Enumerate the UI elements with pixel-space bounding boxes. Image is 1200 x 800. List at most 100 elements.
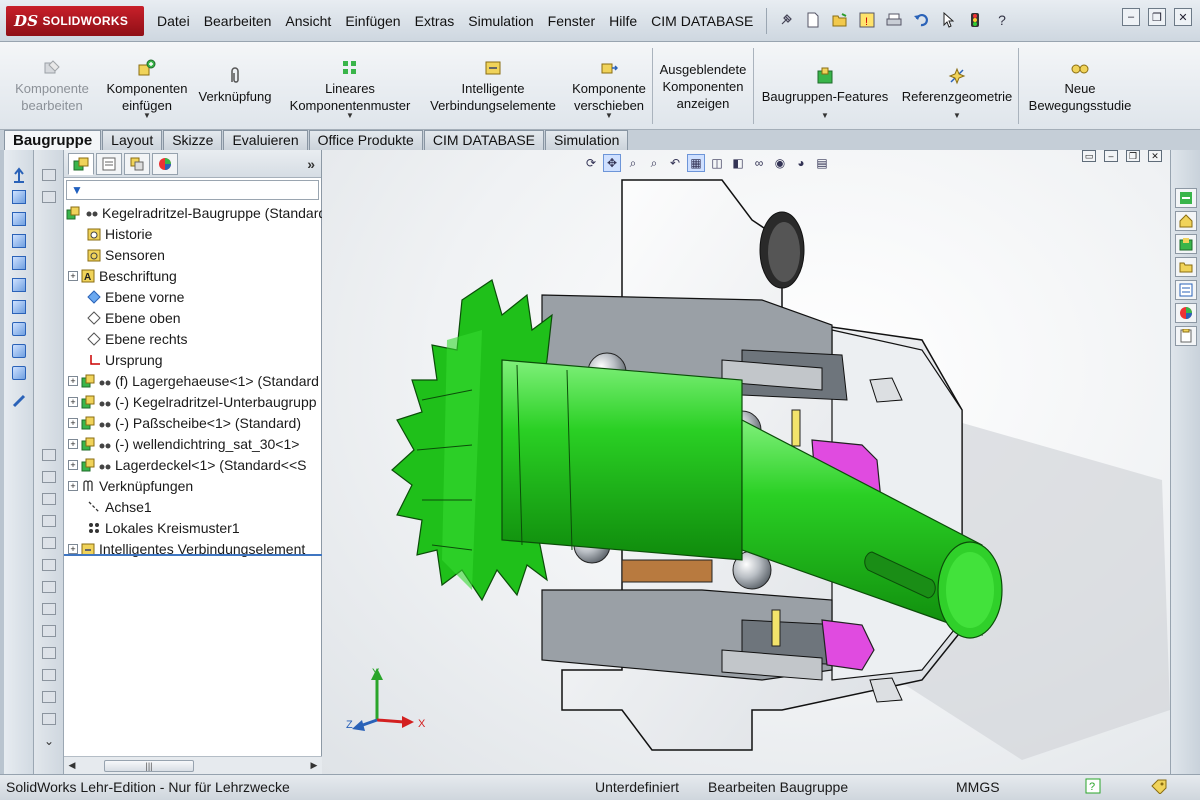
more-tabs-chevron-icon[interactable]: » bbox=[307, 156, 315, 172]
smart-fasteners-button[interactable]: Intelligente Verbindungselemente bbox=[420, 42, 566, 130]
tab-layout[interactable]: Layout bbox=[102, 130, 163, 150]
tag-icon[interactable] bbox=[1150, 778, 1168, 797]
view-top-icon[interactable] bbox=[4, 274, 34, 296]
tab-simulation[interactable]: Simulation bbox=[545, 130, 629, 150]
tree-item-historie[interactable]: Historie bbox=[64, 223, 322, 244]
move-component-button[interactable]: Komponente verschieben ▼ bbox=[566, 42, 652, 130]
tab-office-produkte[interactable]: Office Produkte bbox=[308, 130, 423, 150]
sketch-scale-icon[interactable] bbox=[34, 620, 64, 642]
design-library-icon[interactable] bbox=[1174, 234, 1197, 254]
select-pointer-icon[interactable] bbox=[937, 8, 959, 32]
print-icon[interactable] bbox=[883, 8, 905, 32]
pin-icon[interactable] bbox=[775, 8, 797, 32]
graphics-viewport[interactable]: ⟳ ✥ ⌕ ⌕ ↶ ▦ ◫ ◧ ∞ ◉ ◕ ▤ ▭ – ❐ ✕ Y X Z bbox=[322, 150, 1170, 774]
restore-icon[interactable]: ❐ bbox=[1148, 8, 1166, 26]
tab-skizze[interactable]: Skizze bbox=[163, 130, 223, 150]
view-right-icon[interactable] bbox=[4, 252, 34, 274]
expand-plus-icon[interactable]: + bbox=[68, 480, 78, 491]
feature-tree-tab[interactable] bbox=[68, 152, 94, 175]
tree-item-achse1[interactable]: Achse1 bbox=[64, 496, 322, 517]
assembly-features-button[interactable]: Baugruppen-Features ▼ bbox=[754, 42, 896, 130]
sketch-line-icon[interactable] bbox=[34, 186, 64, 208]
sketch-dimension-icon[interactable] bbox=[34, 466, 64, 488]
sketch-circle-icon[interactable] bbox=[34, 686, 64, 708]
tree-item-verknuepfungen[interactable]: + Verknüpfungen bbox=[64, 475, 322, 496]
sketch-move-icon[interactable] bbox=[34, 576, 64, 598]
menu-einfuegen[interactable]: Einfügen bbox=[338, 13, 407, 29]
reference-geometry-button[interactable]: Referenzgeometrie ▼ bbox=[896, 42, 1018, 130]
tree-item-passscheibe[interactable]: + (-) Paßscheibe<1> (Standard) bbox=[64, 412, 322, 433]
view-palette-icon[interactable] bbox=[1174, 280, 1197, 300]
menu-cim-database[interactable]: CIM DATABASE bbox=[644, 13, 760, 29]
configuration-manager-tab[interactable] bbox=[124, 152, 150, 175]
scroll-thumb[interactable]: ||| bbox=[104, 760, 194, 772]
solidworks-logo[interactable]: DS SOLIDWORKS bbox=[6, 6, 144, 36]
chevron-down-icon[interactable]: ⌄ bbox=[34, 730, 64, 752]
link-views-icon[interactable] bbox=[4, 390, 34, 412]
file-explorer-icon[interactable] bbox=[1174, 257, 1197, 277]
expand-plus-icon[interactable]: + bbox=[68, 417, 78, 428]
expand-plus-icon[interactable]: + bbox=[68, 459, 78, 470]
appearances-scenes-icon[interactable] bbox=[1174, 303, 1197, 323]
open-folder-icon[interactable] bbox=[829, 8, 851, 32]
tree-root-assembly[interactable]: Kegelradritzel-Baugruppe (Standard bbox=[64, 202, 322, 223]
view-dimetric-icon[interactable] bbox=[4, 362, 34, 384]
view-left-icon[interactable] bbox=[4, 230, 34, 252]
menu-fenster[interactable]: Fenster bbox=[541, 13, 602, 29]
new-document-icon[interactable] bbox=[802, 8, 824, 32]
menu-bearbeiten[interactable]: Bearbeiten bbox=[197, 13, 279, 29]
tree-item-ursprung[interactable]: Ursprung bbox=[64, 349, 322, 370]
tree-item-ebene-rechts[interactable]: Ebene rechts bbox=[64, 328, 322, 349]
expand-plus-icon[interactable]: + bbox=[68, 375, 78, 386]
sketch-mirror-icon[interactable] bbox=[34, 554, 64, 576]
show-hidden-components-button[interactable]: Ausgeblendete Komponenten anzeigen bbox=[653, 42, 753, 130]
rebuild-warning-icon[interactable]: ! bbox=[856, 8, 878, 32]
minimize-icon[interactable]: – bbox=[1122, 8, 1140, 26]
tree-item-wellendichtring[interactable]: + (-) wellendichtring_sat_30<1> bbox=[64, 433, 322, 454]
scroll-right-icon[interactable]: ▶ bbox=[306, 760, 322, 771]
display-manager-tab[interactable] bbox=[152, 152, 178, 175]
sketch-offset-icon[interactable] bbox=[34, 532, 64, 554]
menu-ansicht[interactable]: Ansicht bbox=[278, 13, 338, 29]
sketch-tool-icon[interactable] bbox=[34, 164, 64, 186]
feature-tree-filter[interactable]: ▼ bbox=[66, 180, 319, 200]
insert-components-button[interactable]: Komponenten einfügen ▼ bbox=[104, 42, 190, 130]
sketch-trim-icon[interactable] bbox=[34, 488, 64, 510]
tree-item-ebene-vorne[interactable]: Ebene vorne bbox=[64, 286, 322, 307]
expand-plus-icon[interactable]: + bbox=[68, 270, 78, 281]
tree-item-kegelradritzel-unterbaugruppe[interactable]: + (-) Kegelradritzel-Unterbaugrupp bbox=[64, 391, 322, 412]
home-icon[interactable] bbox=[1174, 211, 1197, 231]
undo-icon[interactable] bbox=[910, 8, 932, 32]
view-isometric-icon[interactable] bbox=[4, 318, 34, 340]
tab-evaluieren[interactable]: Evaluieren bbox=[223, 130, 308, 150]
status-units[interactable]: MMGS bbox=[956, 779, 1000, 795]
tree-item-sensoren[interactable]: Sensoren bbox=[64, 244, 322, 265]
normal-to-icon[interactable] bbox=[4, 164, 34, 186]
help-icon[interactable]: ? bbox=[991, 8, 1013, 32]
linear-pattern-button[interactable]: Lineares Komponentenmuster ▼ bbox=[280, 42, 420, 130]
sketch-relation-icon[interactable] bbox=[34, 444, 64, 466]
menu-extras[interactable]: Extras bbox=[408, 13, 462, 29]
view-front-icon[interactable] bbox=[4, 186, 34, 208]
property-manager-tab[interactable] bbox=[96, 152, 122, 175]
view-trimetric-icon[interactable] bbox=[4, 340, 34, 362]
mate-button[interactable]: Verknüpfung bbox=[190, 42, 280, 130]
sketch-rotate-icon[interactable] bbox=[34, 598, 64, 620]
tab-baugruppe[interactable]: Baugruppe bbox=[4, 130, 102, 150]
tree-item-ebene-oben[interactable]: Ebene oben bbox=[64, 307, 322, 328]
view-back-icon[interactable] bbox=[4, 208, 34, 230]
traffic-light-icon[interactable] bbox=[964, 8, 986, 32]
tree-item-lokales-kreismuster1[interactable]: Lokales Kreismuster1 bbox=[64, 517, 322, 538]
tree-horizontal-scrollbar[interactable]: ◀ ||| ▶ bbox=[64, 756, 322, 774]
expand-plus-icon[interactable]: + bbox=[68, 396, 78, 407]
edit-component-button[interactable]: Komponente bearbeiten bbox=[0, 42, 104, 130]
view-bottom-icon[interactable] bbox=[4, 296, 34, 318]
sketch-pattern-icon[interactable] bbox=[34, 664, 64, 686]
expand-plus-icon[interactable]: + bbox=[68, 543, 78, 554]
menu-datei[interactable]: Datei bbox=[150, 13, 197, 29]
sketch-extend-icon[interactable] bbox=[34, 510, 64, 532]
menu-hilfe[interactable]: Hilfe bbox=[602, 13, 644, 29]
expand-plus-icon[interactable]: + bbox=[68, 438, 78, 449]
rebuild-status-icon[interactable]: ? bbox=[1085, 778, 1101, 797]
tab-cim-database[interactable]: CIM DATABASE bbox=[423, 130, 545, 150]
